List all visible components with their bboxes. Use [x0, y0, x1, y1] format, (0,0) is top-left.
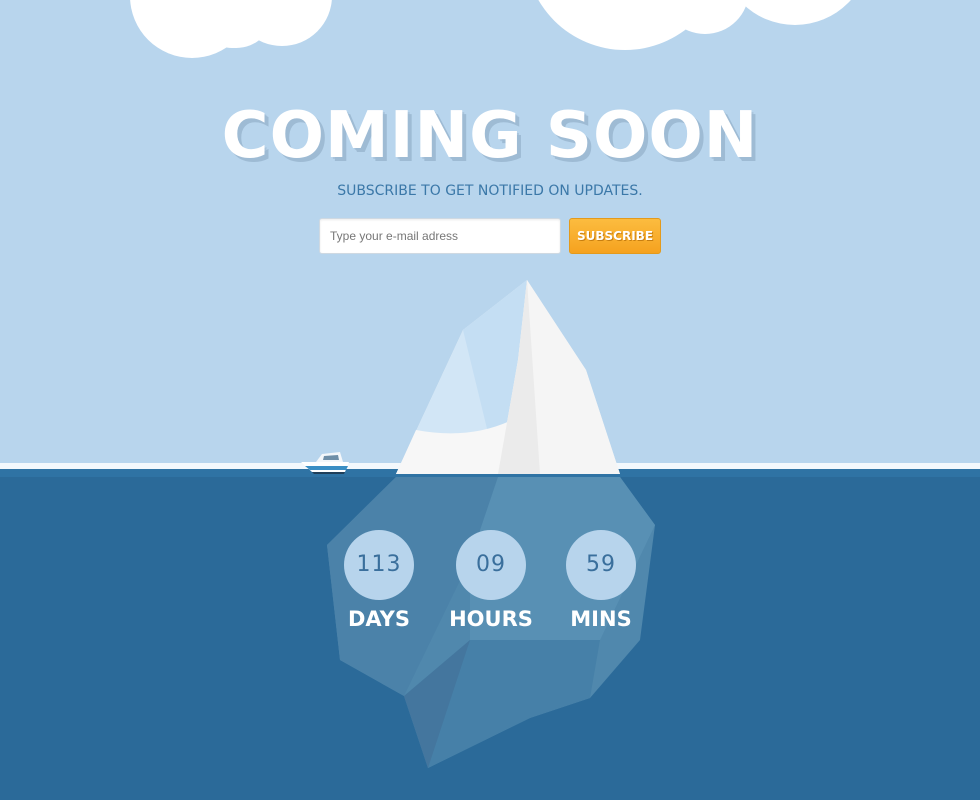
countdown-mins-label: MINS	[570, 607, 632, 631]
countdown-mins: 59 MINS	[551, 530, 651, 632]
countdown-hours-value: 09	[456, 530, 526, 600]
countdown-hours: 09 HOURS	[441, 530, 541, 632]
coming-soon-scene: COMING SOON SUBSCRIBE TO GET NOTIFIED ON…	[0, 0, 980, 800]
subscribe-button[interactable]: SUBSCRIBE	[569, 218, 661, 254]
cloud-icon	[538, 0, 851, 50]
countdown-days-label: DAYS	[347, 607, 410, 631]
countdown: 113 DAYS 09 HOURS 59 MINS	[0, 530, 980, 640]
countdown-days: 113 DAYS	[329, 530, 429, 632]
page-title: COMING SOON	[221, 99, 759, 173]
email-input[interactable]	[319, 218, 561, 254]
cloud-icon	[130, 0, 332, 58]
countdown-hours-label: HOURS	[449, 607, 533, 631]
page-subtitle: SUBSCRIBE TO GET NOTIFIED ON UPDATES.	[337, 183, 643, 199]
boat-icon	[301, 452, 349, 474]
countdown-days-value: 113	[344, 530, 414, 600]
iceberg-icon	[396, 280, 620, 474]
countdown-mins-value: 59	[566, 530, 636, 600]
subscribe-form: SUBSCRIBE	[319, 218, 661, 256]
